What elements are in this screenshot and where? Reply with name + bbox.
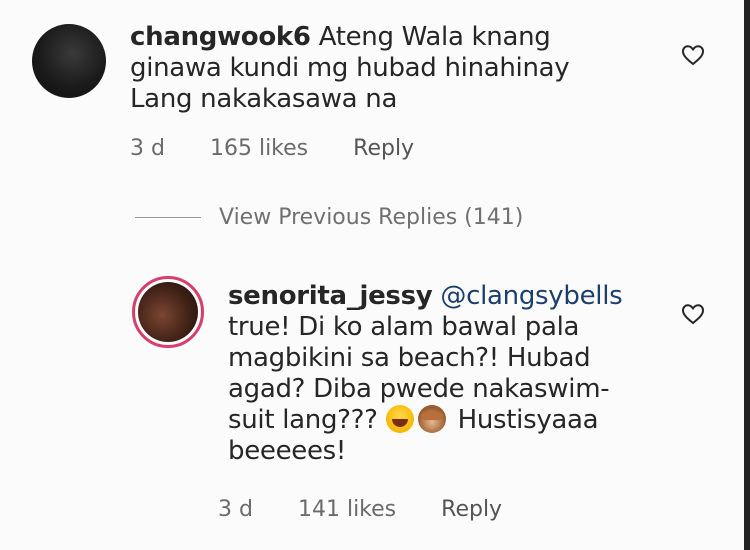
reply-body: senorita_jessy @clangsybells true! Di ko… bbox=[228, 281, 648, 467]
mention-link[interactable]: @clangsybells bbox=[440, 281, 622, 311]
avatar-changwook6[interactable] bbox=[32, 24, 106, 98]
username-link[interactable]: senorita_jessy bbox=[228, 281, 433, 311]
scrollbar-edge bbox=[744, 0, 750, 550]
heart-icon[interactable] bbox=[681, 44, 705, 66]
view-previous-replies[interactable]: View Previous Replies (141) bbox=[135, 205, 523, 230]
username-link[interactable]: changwook6 bbox=[130, 22, 311, 52]
comment-likes[interactable]: 165 likes bbox=[210, 136, 308, 161]
reply-button[interactable]: Reply bbox=[441, 497, 502, 522]
comment-time: 3 d bbox=[130, 136, 165, 161]
avatar-senorita-jessy[interactable] bbox=[132, 276, 204, 348]
view-previous-replies-label[interactable]: View Previous Replies (141) bbox=[219, 205, 523, 230]
face-with-tears-of-joy-emoji bbox=[385, 405, 414, 433]
avatar-image bbox=[138, 282, 198, 342]
reply-meta: 3 d 141 likes Reply bbox=[218, 497, 540, 522]
see-no-evil-monkey-emoji bbox=[417, 405, 446, 433]
divider bbox=[135, 217, 201, 218]
comment-body: changwook6 Ateng Wala knang ginawa kundi… bbox=[130, 22, 610, 115]
comment-meta: 3 d 165 likes Reply bbox=[130, 136, 452, 161]
reply-button[interactable]: Reply bbox=[353, 136, 414, 161]
heart-icon[interactable] bbox=[681, 303, 705, 325]
reply-time: 3 d bbox=[218, 497, 253, 522]
reply-likes[interactable]: 141 likes bbox=[298, 497, 396, 522]
